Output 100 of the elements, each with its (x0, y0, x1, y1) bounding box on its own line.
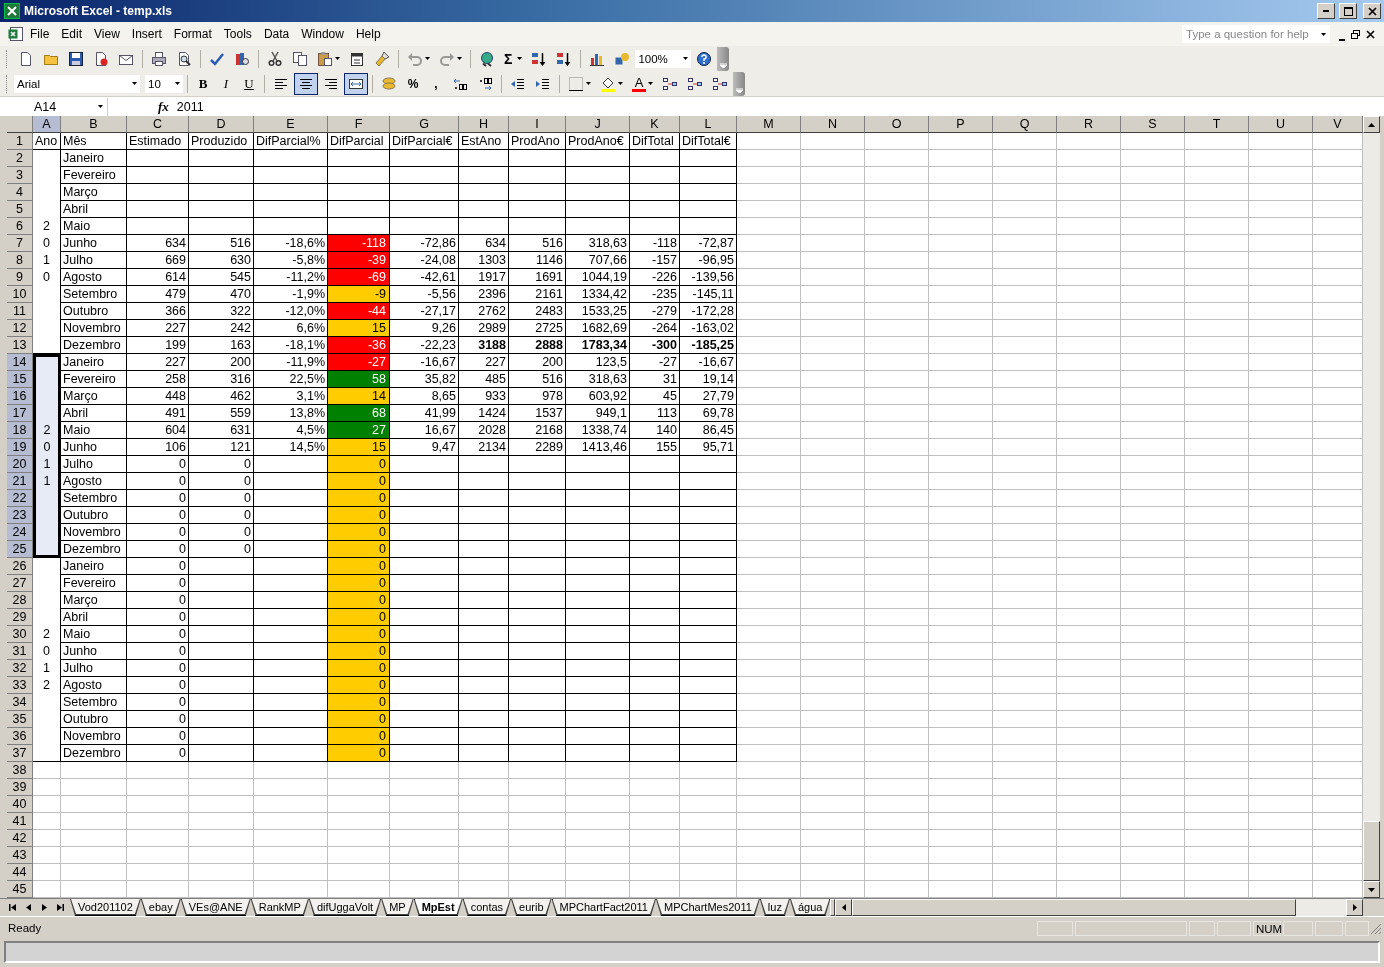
column-header[interactable]: F (328, 116, 390, 133)
sheet-tab[interactable]: luz (759, 899, 790, 916)
name-box[interactable]: A14 (0, 97, 108, 116)
row-header[interactable]: 40 (7, 796, 33, 813)
column-header[interactable]: V (1313, 116, 1363, 133)
column-header[interactable]: O (865, 116, 929, 133)
font-color-button[interactable]: A (628, 72, 657, 95)
column-header[interactable]: T (1185, 116, 1249, 133)
style-button[interactable]: I (215, 72, 237, 95)
scroll-down-button[interactable] (1363, 881, 1380, 898)
row-header[interactable]: 31 (7, 643, 33, 660)
menu-item[interactable]: Help (349, 25, 387, 43)
row-header[interactable]: 1 (7, 133, 33, 150)
row-header[interactable]: 39 (7, 779, 33, 796)
row-header[interactable]: 6 (7, 218, 33, 235)
row-header[interactable]: 33 (7, 677, 33, 694)
last-sheet-button[interactable] (57, 904, 64, 911)
row-header[interactable]: 12 (7, 320, 33, 337)
menu-item[interactable]: Tools (217, 25, 258, 43)
row-header[interactable]: 10 (7, 286, 33, 303)
previous-sheet-button[interactable] (25, 904, 32, 911)
row-header[interactable]: 19 (7, 439, 33, 456)
row-header[interactable]: 43 (7, 847, 33, 864)
row-header[interactable]: 42 (7, 830, 33, 847)
autosum-button[interactable]: Σ (500, 47, 527, 70)
row-header[interactable]: 41 (7, 813, 33, 830)
style-button[interactable]: U (238, 72, 260, 95)
sheet-tab[interactable]: MpEst (413, 899, 463, 916)
select-all-button[interactable] (7, 116, 33, 133)
scroll-up-button[interactable] (1363, 116, 1380, 133)
dropdown-button[interactable] (1316, 25, 1330, 43)
merged-cell[interactable]: 2011 (33, 354, 61, 558)
row-header[interactable]: 22 (7, 490, 33, 507)
sheet-tab[interactable]: eurib (511, 899, 552, 916)
row-header[interactable]: 11 (7, 303, 33, 320)
first-sheet-button[interactable] (9, 904, 16, 911)
row-header[interactable]: 44 (7, 864, 33, 881)
formula-field[interactable]: 2011 (174, 97, 1384, 116)
maximize-button[interactable] (1339, 3, 1357, 19)
merge-and-center-button[interactable] (344, 72, 368, 95)
sheet-tab[interactable]: MPChartFact2011 (551, 899, 656, 916)
sheet-tab[interactable]: difUggaVolt (308, 899, 382, 916)
menu-item[interactable]: File (24, 25, 56, 43)
font-name-field[interactable]: Arial (14, 74, 140, 93)
row-header[interactable]: 17 (7, 405, 33, 422)
row-header[interactable]: 23 (7, 507, 33, 524)
row-header[interactable]: 9 (7, 269, 33, 286)
row-header[interactable]: 24 (7, 524, 33, 541)
function-label[interactable]: fx (158, 98, 169, 115)
next-sheet-button[interactable] (41, 904, 48, 911)
row-header[interactable]: 27 (7, 575, 33, 592)
row-header[interactable]: 34 (7, 694, 33, 711)
sheet-tab[interactable]: ebay (140, 899, 181, 916)
column-header[interactable]: L (680, 116, 737, 133)
row-header[interactable]: 16 (7, 388, 33, 405)
row-header[interactable]: 26 (7, 558, 33, 575)
zoom-field[interactable]: 100% (635, 49, 692, 68)
sheet-tab[interactable]: água (789, 899, 831, 916)
column-header[interactable]: S (1121, 116, 1185, 133)
row-header[interactable]: 2 (7, 150, 33, 167)
column-header[interactable]: P (929, 116, 993, 133)
row-header[interactable]: 20 (7, 456, 33, 473)
sheet-tab[interactable]: VEs@ANE (180, 899, 251, 916)
column-header[interactable]: D (189, 116, 254, 133)
column-header[interactable]: G (390, 116, 459, 133)
column-header[interactable]: C (127, 116, 189, 133)
row-header[interactable]: 18 (7, 422, 33, 439)
row-header[interactable]: 38 (7, 762, 33, 779)
row-header[interactable]: 7 (7, 235, 33, 252)
close-button[interactable] (1363, 3, 1381, 19)
column-header[interactable]: A (33, 116, 61, 133)
sheet-tab[interactable]: MP (381, 899, 414, 916)
column-header[interactable]: R (1057, 116, 1121, 133)
number-format-button[interactable]: % (402, 72, 424, 95)
menu-item[interactable]: Edit (55, 25, 89, 43)
row-header[interactable]: 28 (7, 592, 33, 609)
row-header[interactable]: 29 (7, 609, 33, 626)
align-center-button[interactable] (294, 72, 318, 95)
style-button[interactable]: B (192, 72, 214, 95)
row-header[interactable]: 37 (7, 745, 33, 762)
row-header[interactable]: 15 (7, 371, 33, 388)
row-header[interactable]: 13 (7, 337, 33, 354)
row-header[interactable]: 8 (7, 252, 33, 269)
column-header[interactable]: M (737, 116, 801, 133)
row-header[interactable]: 21 (7, 473, 33, 490)
row-header[interactable]: 30 (7, 626, 33, 643)
menu-item[interactable]: Data (257, 25, 296, 43)
column-header[interactable]: K (630, 116, 680, 133)
sheet-tab[interactable]: RankMP (250, 899, 309, 916)
row-header[interactable]: 3 (7, 167, 33, 184)
help-search-field[interactable]: Type a question for help (1182, 25, 1316, 43)
column-header[interactable]: I (509, 116, 566, 133)
row-header[interactable]: 35 (7, 711, 33, 728)
column-header[interactable]: E (254, 116, 328, 133)
column-header[interactable]: Q (993, 116, 1057, 133)
row-header[interactable]: 32 (7, 660, 33, 677)
menu-item[interactable]: Window (295, 25, 350, 43)
sheet-tab[interactable]: contas (462, 899, 512, 916)
minimize-button[interactable] (1317, 3, 1335, 19)
sheet-tab[interactable]: Vod201102 (70, 899, 141, 916)
